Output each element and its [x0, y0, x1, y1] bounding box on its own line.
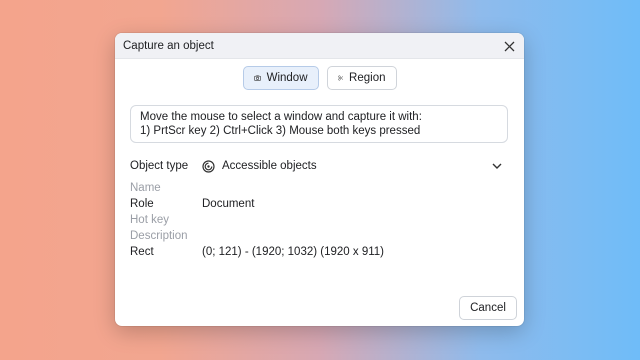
property-row: Name: [130, 180, 384, 196]
instructions-line-1: Move the mouse to select a window and ca…: [140, 111, 422, 123]
window-mode-button[interactable]: Window: [242, 66, 319, 90]
accessibility-icon: [202, 159, 215, 173]
instructions-box: Move the mouse to select a window and ca…: [130, 105, 508, 143]
cancel-button[interactable]: Cancel: [459, 296, 517, 320]
dialog-title: Capture an object: [123, 39, 214, 52]
object-type-value: Accessible objects: [222, 160, 317, 172]
property-key-name: Name: [130, 182, 161, 194]
property-value-rect: (0; 121) - (1920; 1032) (1920 x 911): [202, 246, 384, 258]
instructions-line-2: 1) PrtScr key 2) Ctrl+Click 3) Mouse bot…: [140, 125, 421, 137]
property-row: Role Document: [130, 196, 384, 212]
chevron-down-icon[interactable]: [490, 159, 504, 173]
scissors-icon: [337, 75, 343, 81]
capture-dialog: Capture an object Window Region Move the…: [115, 33, 524, 326]
close-icon: [504, 41, 514, 51]
camera-icon: [253, 75, 261, 81]
properties-list: Name Role Document Hot key Description R…: [130, 180, 384, 260]
object-type-select[interactable]: Accessible objects: [202, 159, 508, 173]
capture-mode-group: Window Region: [115, 66, 524, 90]
property-row: Rect (0; 121) - (1920; 1032) (1920 x 911…: [130, 244, 384, 260]
region-mode-label: Region: [349, 72, 386, 84]
region-mode-button[interactable]: Region: [326, 66, 397, 90]
property-row: Description: [130, 228, 384, 244]
window-mode-label: Window: [266, 72, 308, 84]
property-key-rect: Rect: [130, 246, 154, 258]
object-type-label: Object type: [130, 160, 189, 172]
property-key-hotkey: Hot key: [130, 214, 169, 226]
titlebar: Capture an object: [115, 33, 524, 59]
property-row: Hot key: [130, 212, 384, 228]
property-value-role: Document: [202, 198, 255, 210]
property-key-role: Role: [130, 198, 154, 210]
object-type-row: Object type Accessible objects: [130, 157, 508, 175]
property-key-description: Description: [130, 230, 188, 242]
close-button[interactable]: [500, 37, 518, 55]
